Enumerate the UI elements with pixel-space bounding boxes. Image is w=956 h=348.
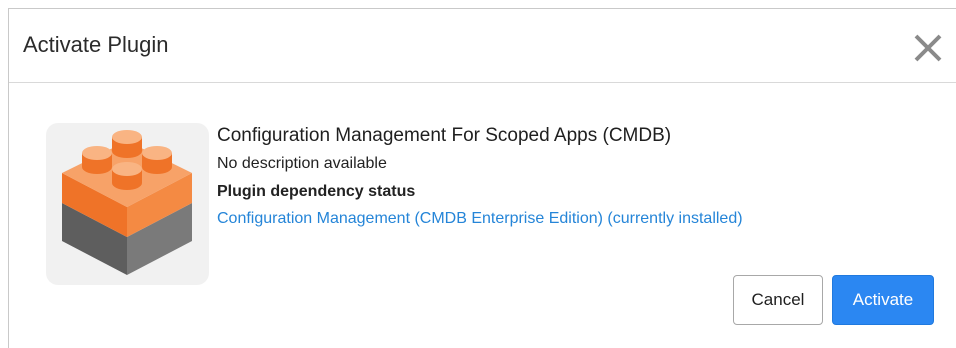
close-button[interactable] (911, 31, 945, 65)
close-icon (914, 34, 942, 62)
dependency-status-label: Plugin dependency status (217, 183, 416, 200)
dialog-title: Activate Plugin (23, 32, 169, 57)
plugin-name: Configuration Management For Scoped Apps… (217, 125, 672, 146)
dependency-link[interactable]: Configuration Management (CMDB Enterpris… (217, 207, 743, 231)
plugin-info: Configuration Management For Scoped Apps… (217, 123, 743, 231)
lego-brick-icon (62, 130, 192, 275)
plugin-description: No description available (217, 155, 387, 172)
activate-button[interactable]: Activate (832, 275, 934, 325)
plugin-icon-tile (46, 123, 209, 285)
dialog-header: Activate Plugin (9, 9, 956, 83)
cancel-button[interactable]: Cancel (733, 275, 823, 325)
activate-plugin-dialog: Activate Plugin Configuration Management… (8, 8, 956, 348)
